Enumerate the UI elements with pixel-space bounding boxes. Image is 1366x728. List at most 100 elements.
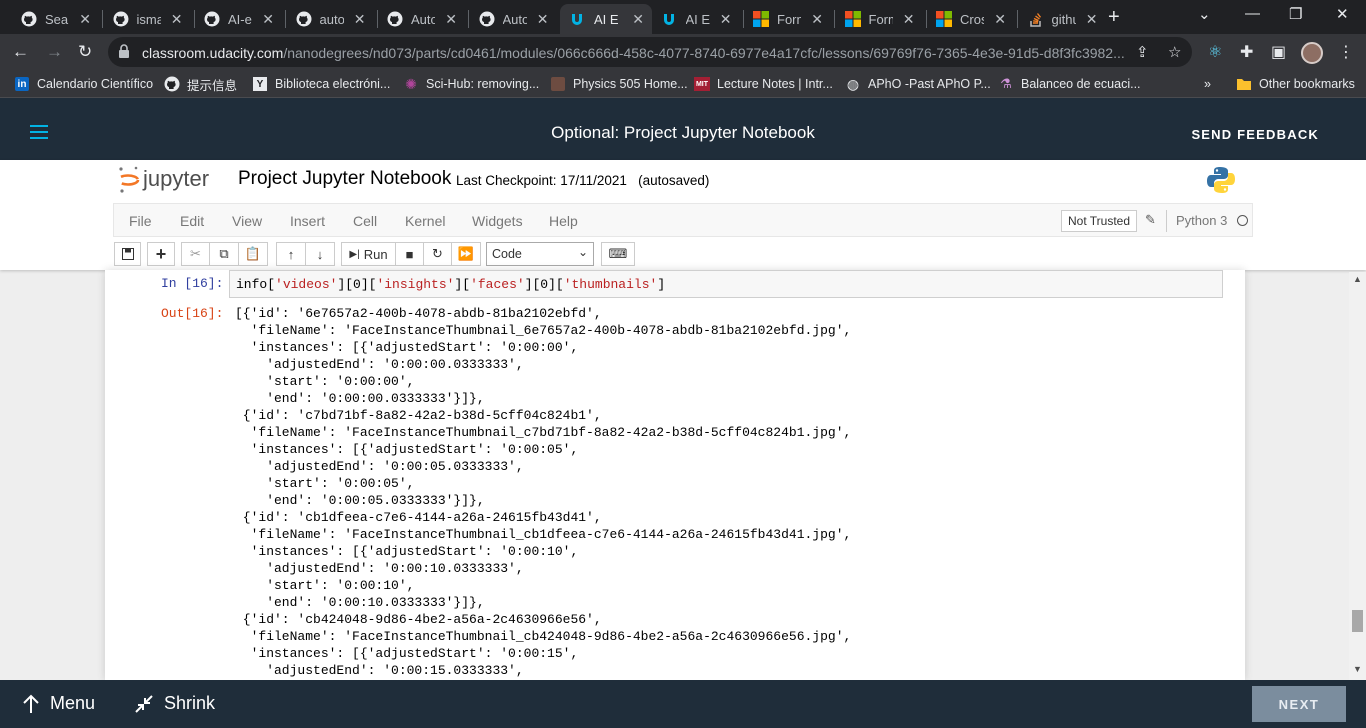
browser-tab[interactable]: Cross ✕	[926, 4, 1014, 34]
tab-close-icon[interactable]: ✕	[79, 11, 91, 28]
menu-cell[interactable]: Cell	[353, 213, 377, 229]
close-window-icon[interactable]: ✕	[1336, 5, 1349, 23]
menu-kernel[interactable]: Kernel	[405, 213, 445, 229]
copy-icon[interactable]: ⧉	[209, 242, 239, 266]
profile-avatar[interactable]	[1301, 42, 1323, 64]
other-bookmarks[interactable]: Other bookmarks	[1236, 76, 1355, 92]
tab-close-icon[interactable]: ✕	[903, 11, 915, 28]
kernel-name[interactable]: Python 3	[1176, 213, 1227, 228]
new-tab-button[interactable]: +	[1108, 6, 1120, 29]
react-devtools-icon[interactable]: ⚛	[1208, 42, 1222, 62]
minimize-icon[interactable]: —	[1245, 5, 1260, 22]
run-button[interactable]: ▶| Run	[341, 242, 396, 266]
bookmark-item[interactable]: ✺ Sci-Hub: removing...	[403, 76, 539, 92]
lock-icon[interactable]	[118, 44, 130, 63]
bookmark-item[interactable]: ⚗ Balanceo de ecuaci...	[998, 76, 1140, 92]
more-menu-icon[interactable]: ⋮	[1338, 42, 1354, 62]
output-line: 'fileName': 'FaceInstanceThumbnail_cb1df…	[235, 527, 852, 542]
bookmark-item[interactable]: in Calendario Científico	[14, 76, 153, 92]
code-cell-input[interactable]: info['videos'][0]['insights']['faces'][0…	[229, 270, 1223, 298]
run-icon: ▶|	[349, 248, 360, 260]
bookmark-item[interactable]: Physics 505 Home...	[550, 76, 688, 92]
tab-close-icon[interactable]: ✕	[994, 11, 1006, 28]
insert-cell-icon[interactable]: +	[147, 242, 175, 266]
svg-text:jupyter: jupyter	[142, 166, 209, 191]
bookmark-item[interactable]: ◍ APhO -Past APhO P...	[845, 76, 991, 92]
bookmark-label: Calendario Científico	[37, 77, 154, 91]
udacity-footer: Menu Shrink NEXT	[0, 680, 1366, 728]
input-prompt: In [16]:	[161, 276, 224, 291]
keyboard-icon[interactable]: ⌨	[601, 242, 635, 266]
microsoft-icon	[753, 11, 769, 27]
browser-tab[interactable]: Search ✕	[11, 4, 99, 34]
browser-tab[interactable]: AI En ✕	[560, 4, 652, 34]
tab-close-icon[interactable]: ✕	[537, 11, 549, 28]
menu-file[interactable]: File	[129, 213, 152, 229]
share-icon[interactable]: ⇪	[1136, 43, 1149, 61]
scroll-down-icon[interactable]: ▼	[1353, 664, 1362, 674]
jupyter-logo[interactable]: jupyter	[116, 164, 226, 196]
bookmark-item[interactable]: Y Biblioteca electróni...	[252, 76, 390, 92]
page-scrollbar[interactable]: ▲ ▼	[1349, 272, 1366, 680]
side-panel-icon[interactable]: ▣	[1271, 42, 1286, 62]
cell-type-select[interactable]: Code ⌄	[486, 242, 594, 266]
footer-shrink-button[interactable]: Shrink	[134, 693, 215, 714]
move-up-icon[interactable]: ↑	[276, 242, 306, 266]
reload-icon[interactable]: ↻	[78, 42, 92, 62]
restart-icon[interactable]: ↻	[423, 242, 452, 266]
forward-icon[interactable]: →	[46, 42, 63, 62]
menu-insert[interactable]: Insert	[290, 213, 325, 229]
bookmark-item[interactable]: MIT Lecture Notes | Intr...	[694, 76, 833, 92]
next-button[interactable]: NEXT	[1252, 686, 1346, 722]
tab-search-icon[interactable]: ⌄	[1198, 5, 1211, 23]
flask-icon: ⚗	[1000, 76, 1012, 91]
tab-close-icon[interactable]: ✕	[171, 11, 183, 28]
browser-tab[interactable]: AI En ✕	[652, 4, 740, 34]
address-bar[interactable]: classroom.udacity.com/nanodegrees/nd073/…	[108, 37, 1192, 67]
cut-icon[interactable]: ✂	[181, 242, 210, 266]
save-icon[interactable]	[114, 242, 141, 266]
tab-close-icon[interactable]: ✕	[445, 11, 457, 28]
browser-tab[interactable]: github ✕	[1018, 4, 1106, 34]
back-icon[interactable]: ←	[12, 42, 29, 62]
scroll-thumb[interactable]	[1352, 610, 1363, 632]
menu-view[interactable]: View	[232, 213, 262, 229]
extensions-icon[interactable]: ✚	[1240, 42, 1253, 62]
tab-close-icon[interactable]: ✕	[1086, 11, 1098, 28]
menu-edit[interactable]: Edit	[180, 213, 204, 229]
bookmark-star-icon[interactable]: ☆	[1168, 43, 1181, 61]
browser-tab[interactable]: ismael ✕	[103, 4, 191, 34]
footer-menu-button[interactable]: Menu	[22, 693, 95, 714]
browser-tab[interactable]: autom ✕	[286, 4, 374, 34]
edit-pencil-icon[interactable]: ✎	[1145, 212, 1156, 228]
browser-tab[interactable]: Auto ✕	[377, 4, 465, 34]
tab-label: ismael	[136, 11, 161, 27]
bookmark-label: Sci-Hub: removing...	[426, 77, 540, 91]
browser-tab[interactable]: Auto ✕	[469, 4, 557, 34]
menu-help[interactable]: Help	[549, 213, 578, 229]
scroll-up-icon[interactable]: ▲	[1353, 274, 1362, 284]
move-down-icon[interactable]: ↓	[305, 242, 335, 266]
github-icon	[387, 11, 403, 27]
bookmarks-overflow-button[interactable]: »	[1204, 76, 1211, 92]
tab-close-icon[interactable]: ✕	[262, 11, 274, 28]
browser-tab[interactable]: AI-en ✕	[194, 4, 282, 34]
restore-icon[interactable]: ❐	[1289, 5, 1302, 23]
not-trusted-button[interactable]: Not Trusted	[1061, 210, 1138, 232]
tab-close-icon[interactable]: ✕	[720, 11, 732, 28]
scihub-icon: ✺	[405, 75, 417, 92]
send-feedback-button[interactable]: SEND FEEDBACK	[1191, 127, 1319, 142]
bookmark-label: APhO -Past APhO P...	[868, 77, 991, 91]
paste-icon[interactable]: 📋	[238, 242, 268, 266]
tab-close-icon[interactable]: ✕	[354, 11, 366, 28]
bookmark-item[interactable]: 提示信息	[164, 76, 238, 93]
stop-icon[interactable]: ■	[395, 242, 424, 266]
browser-tab[interactable]: Form ✕	[835, 4, 923, 34]
fast-forward-icon[interactable]: ⏩	[451, 242, 481, 266]
tab-close-icon[interactable]: ✕	[811, 11, 823, 28]
menu-widgets[interactable]: Widgets	[472, 213, 523, 229]
bookmark-label: 提示信息	[187, 78, 238, 93]
notebook-name[interactable]: Project Jupyter Notebook	[238, 168, 451, 190]
tab-close-icon[interactable]: ✕	[632, 11, 644, 28]
browser-tab[interactable]: Form ✕	[743, 4, 831, 34]
